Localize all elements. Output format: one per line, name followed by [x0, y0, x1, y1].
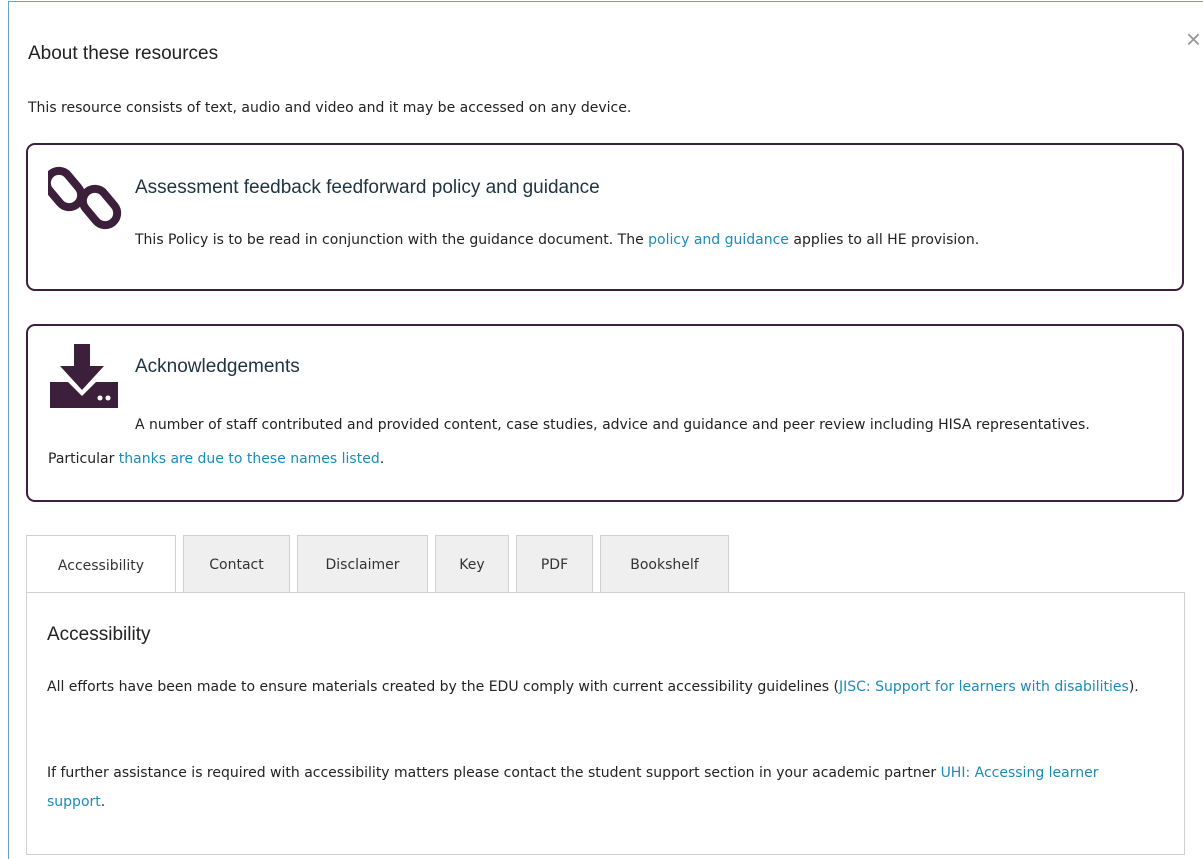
intro-text: This resource consists of text, audio an… — [28, 100, 632, 116]
tab-pdf[interactable]: PDF — [516, 535, 593, 593]
acknowledgements-card-text: A number of staff contributed and provid… — [48, 417, 1090, 467]
policy-guidance-link[interactable]: policy and guidance — [648, 232, 789, 248]
acknowledgements-card-title: Acknowledgements — [135, 356, 300, 377]
accessibility-paragraph-2: If further assistance is required with a… — [47, 765, 1099, 810]
about-resources-modal: × About these resources This resource co… — [8, 1, 1203, 859]
close-icon[interactable]: × — [1186, 26, 1201, 52]
thanks-names-link[interactable]: thanks are due to these names listed — [119, 451, 380, 467]
tab-disclaimer[interactable]: Disclaimer — [297, 535, 428, 593]
accessibility-paragraph-1: All efforts have been made to ensure mat… — [47, 679, 1139, 695]
modal-title: About these resources — [28, 43, 219, 64]
download-icon — [48, 344, 120, 414]
acknowledgements-card: Acknowledgements A number of staff contr… — [26, 324, 1184, 502]
policy-card: Assessment feedback feedforward policy a… — [26, 143, 1184, 291]
link-icon — [42, 163, 128, 239]
accessibility-panel: Accessibility All efforts have been made… — [26, 592, 1185, 855]
tab-accessibility[interactable]: Accessibility — [26, 535, 176, 595]
policy-card-text: This Policy is to be read in conjunction… — [135, 232, 980, 248]
tab-key[interactable]: Key — [435, 535, 509, 593]
tab-contact[interactable]: Contact — [183, 535, 290, 593]
tab-bookshelf[interactable]: Bookshelf — [600, 535, 729, 593]
jisc-support-link[interactable]: JISC: Support for learners with disabili… — [839, 679, 1129, 695]
policy-card-title: Assessment feedback feedforward policy a… — [135, 177, 600, 198]
panel-title: Accessibility — [47, 624, 151, 645]
